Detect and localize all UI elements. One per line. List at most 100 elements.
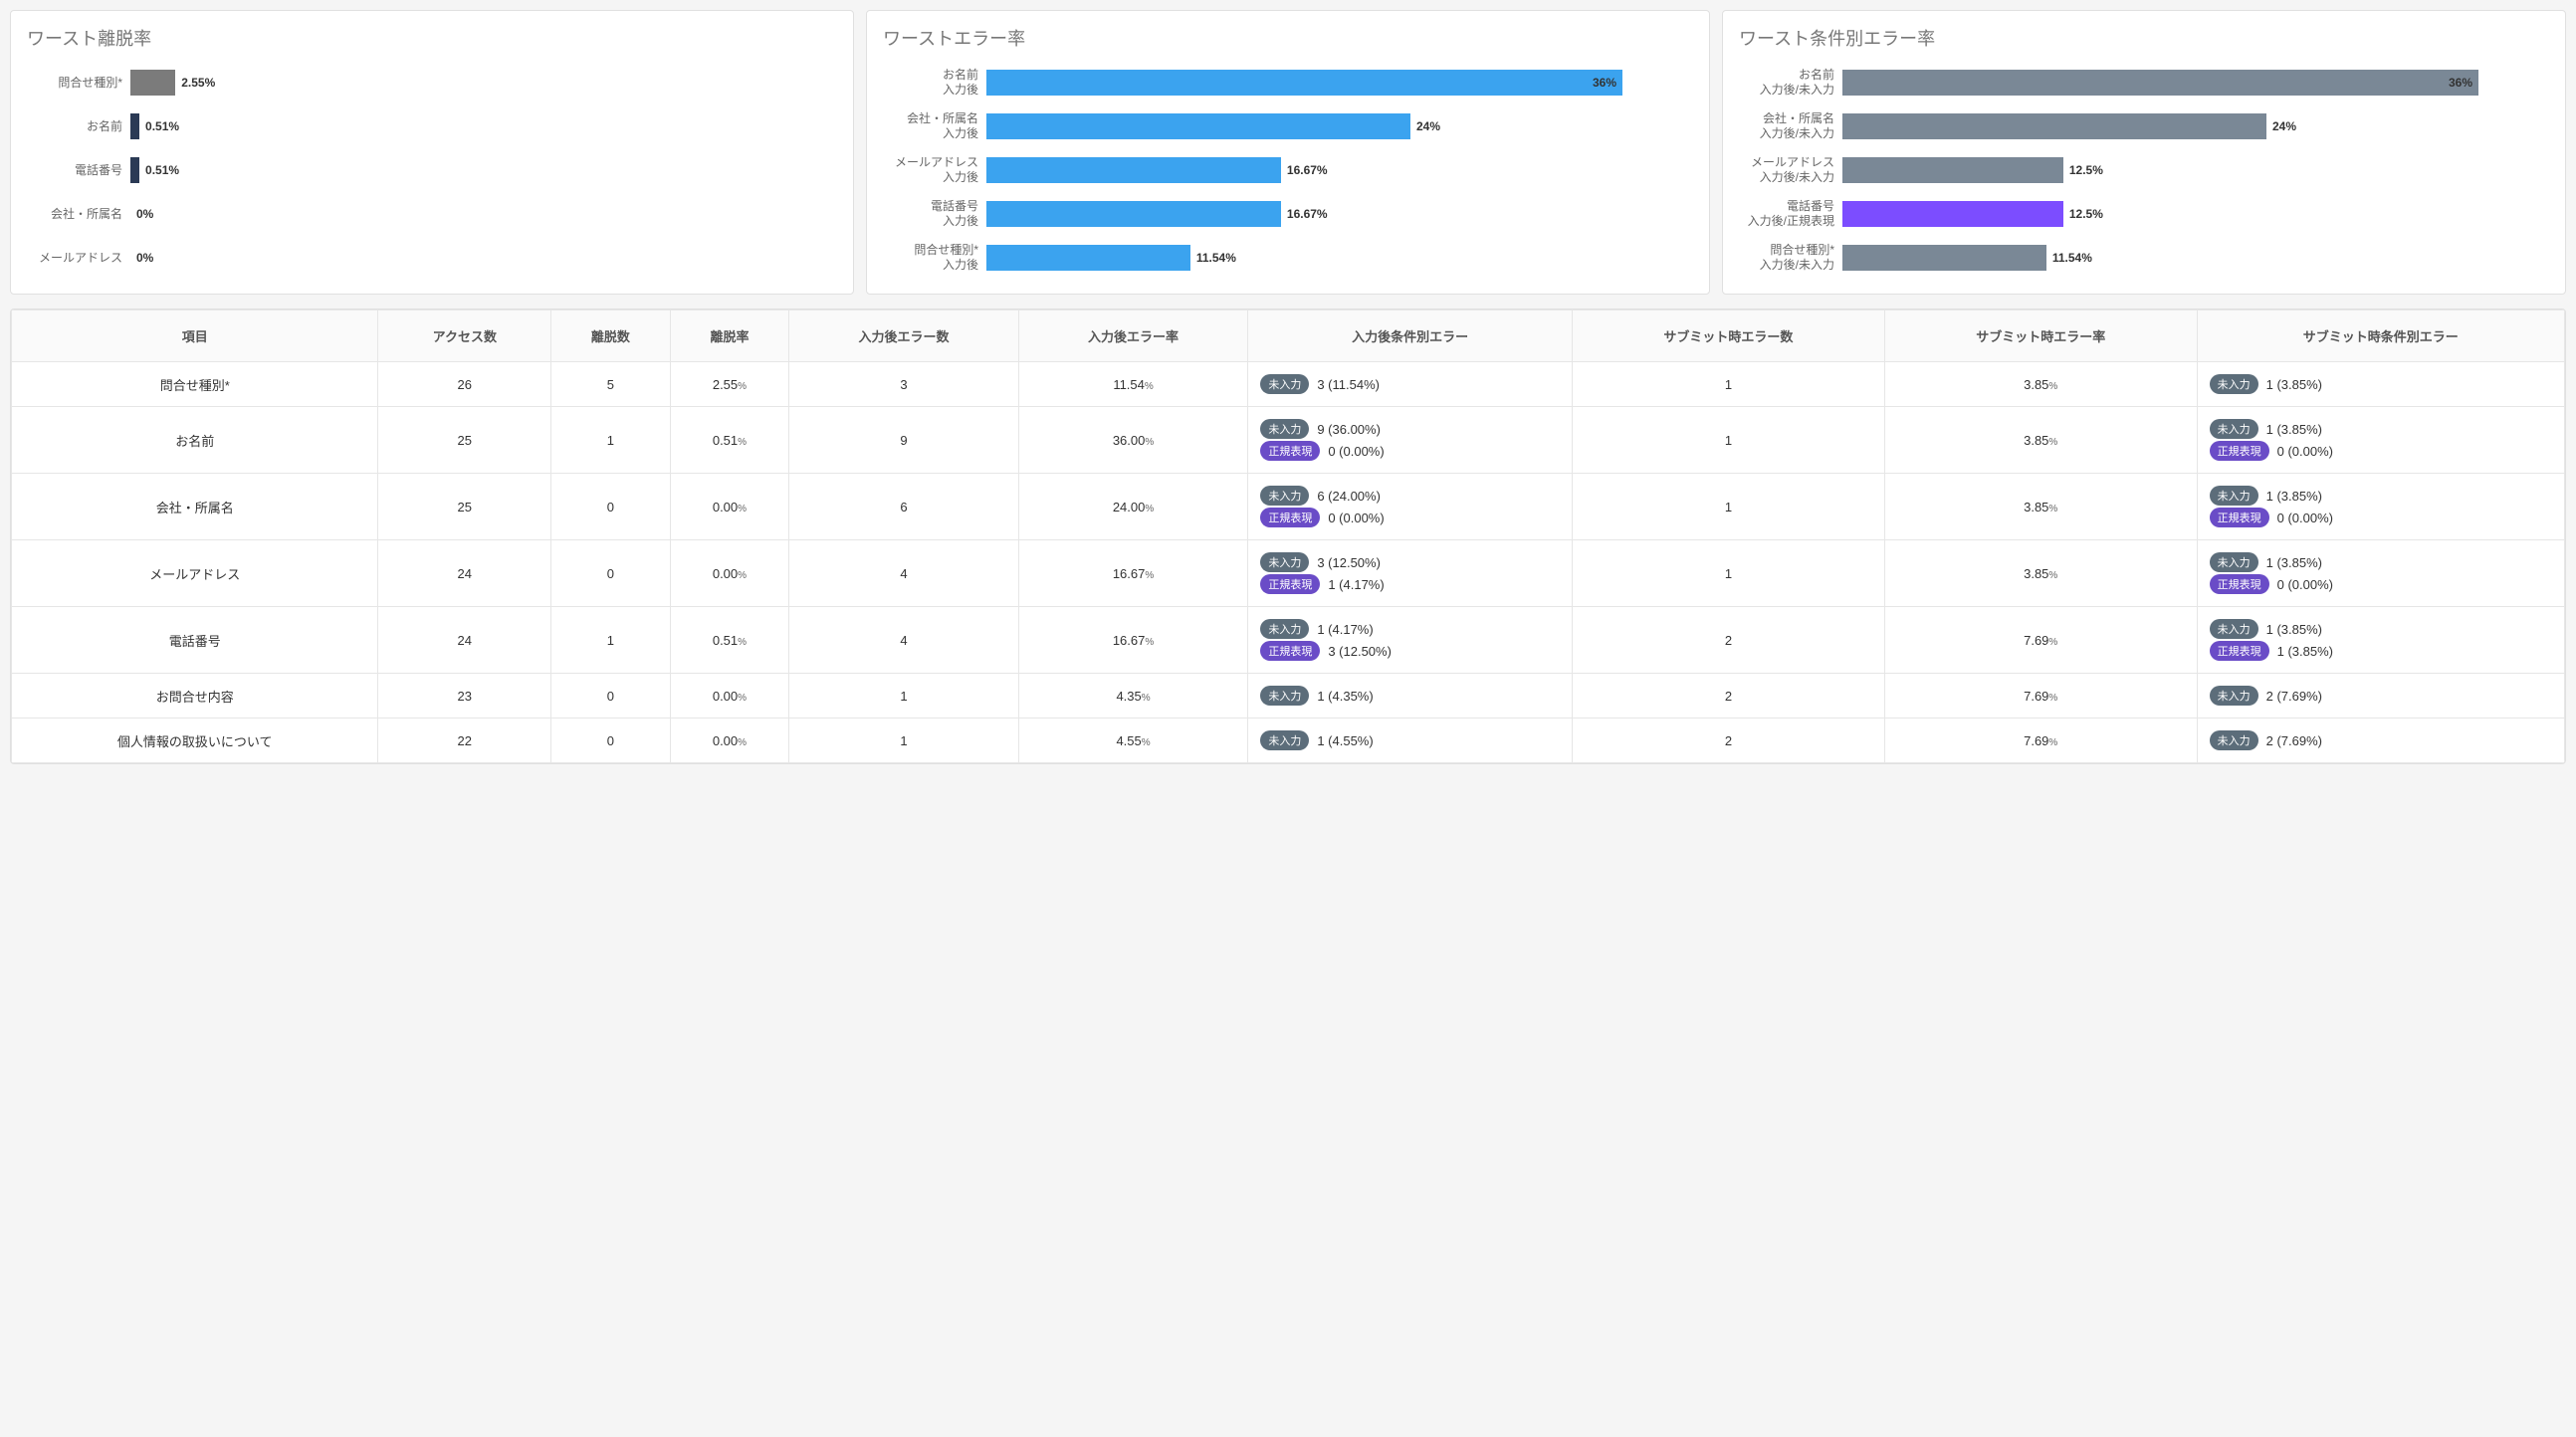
badge-line: 正規表現 0 (0.00%) (1260, 508, 1564, 527)
bar-track: 0% (130, 201, 837, 227)
col-header[interactable]: サブミット時エラー率 (1884, 310, 2197, 362)
badge-line: 未入力2 (7.69%) (2210, 686, 2556, 706)
col-header[interactable]: サブミット時条件別エラー (2197, 310, 2564, 362)
col-header[interactable]: 入力後条件別エラー (1248, 310, 1573, 362)
badge-value: 1 (4.17%) (1317, 622, 1373, 637)
bar-label: 問合せ種別* 入力後 (877, 243, 986, 273)
bar-value: 11.54% (2052, 251, 2092, 265)
cell-item: お問合せ内容 (12, 674, 378, 718)
bar-row: メールアドレス 入力後/未入力12.5% (1733, 148, 2549, 192)
cell-leave: 1 (551, 607, 671, 674)
bar-row: メールアドレス0% (21, 236, 837, 280)
bar-fill (986, 157, 1281, 183)
bar-track: 0% (130, 245, 837, 271)
cell-item: 問合せ種別* (12, 362, 378, 407)
badge-miinput: 未入力 (2210, 486, 2258, 506)
bar-track: 36% (986, 70, 1693, 96)
bar-track: 24% (1842, 113, 2549, 139)
cell-cond: 未入力3 (12.50%)正規表現1 (4.17%) (1248, 540, 1573, 607)
bar-value: 12.5% (2069, 163, 2103, 177)
bar-label: 会社・所属名 (21, 207, 130, 222)
cell-item: お名前 (12, 407, 378, 474)
badge-miinput: 未入力 (2210, 374, 2258, 394)
cell-submit-err: 1 (1573, 407, 1885, 474)
table-row: 問合せ種別*2652.55%311.54%未入力3 (11.54%)13.85%… (12, 362, 2565, 407)
bar-track: 11.54% (986, 245, 1693, 271)
bar-row: 会社・所属名 0% (21, 192, 837, 236)
badge-value: 9 (36.00%) (1317, 422, 1381, 437)
cell-after-err: 1 (789, 674, 1019, 718)
badge-line: 未入力 9 (36.00%) (1260, 419, 1564, 439)
table-row: 電話番号2410.51%416.67%未入力1 (4.17%)正規表現3 (12… (12, 607, 2565, 674)
bar-fill: 36% (1842, 70, 2478, 96)
table-row: お問合せ内容2300.00%14.35%未入力1 (4.35%)27.69%未入… (12, 674, 2565, 718)
cell-item: 会社・所属名 (12, 474, 378, 540)
badge-value: 1 (4.55%) (1317, 733, 1373, 748)
bar-value: 36% (1593, 76, 1616, 90)
badge-value: 3 (12.50%) (1328, 644, 1392, 659)
bar-fill (1842, 113, 2266, 139)
cell-submit-err: 1 (1573, 540, 1885, 607)
bar-fill (130, 70, 175, 96)
cell-access: 26 (378, 362, 551, 407)
badge-value: 1 (3.85%) (2266, 489, 2322, 504)
bar-row: 問合せ種別* 入力後11.54% (877, 236, 1693, 280)
badge-miinput: 未入力 (1260, 486, 1309, 506)
cell-cond: 未入力1 (3.85%)正規表現1 (3.85%) (2197, 607, 2564, 674)
col-header[interactable]: 入力後エラー数 (789, 310, 1019, 362)
badge-value: 0 (0.00%) (2277, 444, 2333, 459)
cell-rate: 11.54% (1018, 362, 1248, 407)
col-header[interactable]: 項目 (12, 310, 378, 362)
col-header[interactable]: サブミット時エラー数 (1573, 310, 1885, 362)
badge-line: 正規表現 3 (12.50%) (1260, 641, 1564, 661)
badge-regex: 正規表現 (1260, 641, 1320, 661)
chart-title: ワースト条件別エラー率 (1739, 25, 2549, 51)
bar-value: 0% (136, 207, 153, 221)
col-header[interactable]: 入力後エラー率 (1018, 310, 1248, 362)
bar-track: 36% (1842, 70, 2549, 96)
cell-cond: 未入力3 (11.54%) (1248, 362, 1573, 407)
bar-track: 0.51% (130, 157, 837, 183)
badge-value: 0 (0.00%) (1328, 511, 1384, 525)
badge-value: 1 (3.85%) (2266, 377, 2322, 392)
badge-regex: 正規表現 (2210, 508, 2269, 527)
cell-cond: 未入力2 (7.69%) (2197, 674, 2564, 718)
cell-rate: 7.69% (1884, 718, 2197, 763)
cell-rate: 0.51% (670, 407, 789, 474)
bar-fill (986, 201, 1281, 227)
badge-line: 未入力1 (4.35%) (1260, 686, 1564, 706)
cell-item: 個人情報の取扱いについて (12, 718, 378, 763)
chart-title: ワーストエラー率 (883, 25, 1693, 51)
bar-fill (1842, 245, 2046, 271)
cell-after-err: 9 (789, 407, 1019, 474)
badge-value: 1 (4.17%) (1328, 577, 1384, 592)
badge-regex: 正規表現 (2210, 641, 2269, 661)
cell-submit-err: 2 (1573, 718, 1885, 763)
cell-access: 25 (378, 407, 551, 474)
badge-value: 3 (12.50%) (1317, 555, 1381, 570)
bar-label: 電話番号 入力後 (877, 199, 986, 229)
col-header[interactable]: アクセス数 (378, 310, 551, 362)
badge-regex: 正規表現 (2210, 441, 2269, 461)
cell-rate: 3.85% (1884, 540, 2197, 607)
col-header[interactable]: 離脱数 (551, 310, 671, 362)
bar-fill (986, 245, 1190, 271)
cell-cond: 未入力1 (3.85%)正規表現0 (0.00%) (2197, 407, 2564, 474)
bar-track: 16.67% (986, 157, 1693, 183)
bar-value: 0% (136, 251, 153, 265)
cell-item: 電話番号 (12, 607, 378, 674)
col-header[interactable]: 離脱率 (670, 310, 789, 362)
bar-label: メールアドレス 入力後 (877, 155, 986, 185)
bar-value: 16.67% (1287, 207, 1328, 221)
badge-line: 正規表現 0 (0.00%) (2210, 441, 2556, 461)
badge-miinput: 未入力 (2210, 730, 2258, 750)
badge-regex: 正規表現 (1260, 508, 1320, 527)
chart-card-2: ワースト条件別エラー率お名前 入力後/未入力36%会社・所属名 入力後/未入力2… (1722, 10, 2566, 295)
bar-row: 会社・所属名 入力後24% (877, 104, 1693, 148)
table-body: 問合せ種別*2652.55%311.54%未入力3 (11.54%)13.85%… (12, 362, 2565, 763)
cell-after-err: 4 (789, 540, 1019, 607)
badge-miinput: 未入力 (1260, 419, 1309, 439)
badge-miinput: 未入力 (1260, 374, 1309, 394)
badge-line: 未入力 1 (3.85%) (2210, 374, 2556, 394)
bar-track: 2.55% (130, 70, 837, 96)
